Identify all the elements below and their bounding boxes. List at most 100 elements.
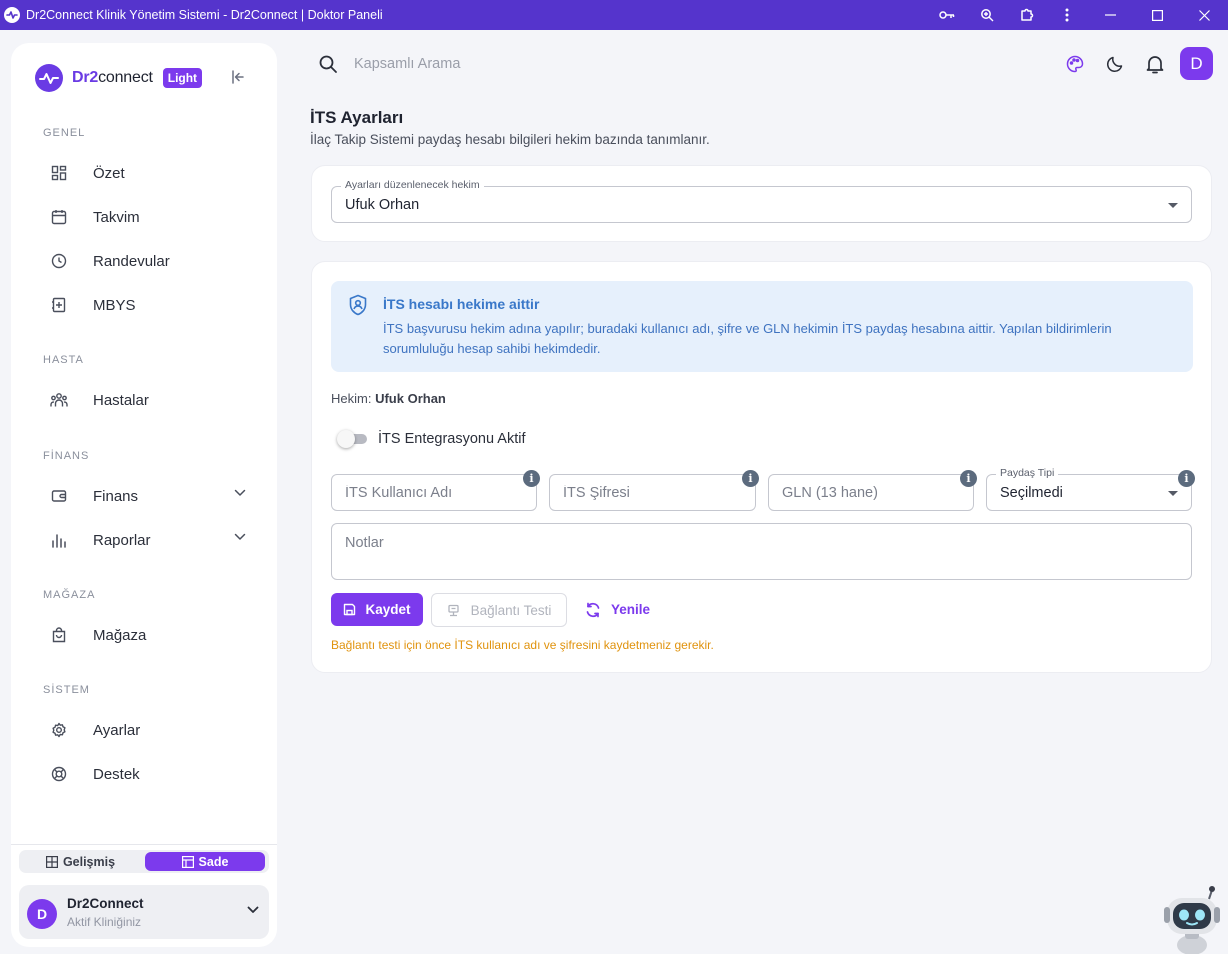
- save-button-label: Kaydet: [365, 602, 411, 617]
- user-avatar[interactable]: D: [1180, 47, 1213, 80]
- chevron-down-icon: [234, 489, 246, 496]
- doctor-select[interactable]: Ayarları düzenlenecek hekim Ufuk Orhan: [331, 179, 1192, 223]
- refresh-icon: [586, 602, 600, 617]
- medical-file-icon: [48, 294, 70, 316]
- stakeholder-type-value: Seçilmedi: [1000, 485, 1063, 501]
- clinic-switcher[interactable]: D Dr2Connect Aktif Kliniğiniz: [19, 885, 269, 939]
- alert-title: İTS hesabı hekime aittir: [383, 296, 540, 312]
- info-icon[interactable]: i: [1178, 470, 1195, 487]
- wallet-icon: [48, 485, 70, 507]
- its-password-input[interactable]: [550, 475, 755, 510]
- zoom-icon[interactable]: [967, 0, 1007, 30]
- doctor-line-label: Hekim:: [331, 391, 372, 406]
- mode-simple-button[interactable]: Sade: [145, 852, 265, 871]
- doctor-line-name: Ufuk Orhan: [375, 391, 446, 406]
- nav-label-destek: Destek: [93, 765, 140, 783]
- dashboard-icon: [48, 162, 70, 184]
- connection-warning: Bağlantı testi için önce İTS kullanıcı a…: [331, 638, 714, 652]
- app-logo-icon: [4, 7, 20, 23]
- nav-label-ozet: Özet: [93, 164, 125, 182]
- layout-icon: [181, 855, 194, 868]
- stakeholder-type-label: Paydaş Tipi: [996, 467, 1059, 479]
- alert-text: İTS başvurusu hekim adına yapılır; burad…: [383, 321, 1112, 356]
- nav-item-randevular[interactable]: Randevular: [38, 243, 258, 279]
- pulse-logo-icon: [35, 64, 63, 92]
- doctor-select-label: Ayarları düzenlenecek hekim: [341, 179, 484, 191]
- maximize-button[interactable]: [1134, 0, 1181, 30]
- search-icon[interactable]: [318, 54, 338, 74]
- sidebar-divider: [11, 844, 277, 845]
- page-title: İTS Ayarları: [310, 108, 404, 127]
- nav-item-raporlar[interactable]: Raporlar: [38, 522, 258, 558]
- nav-item-ozet[interactable]: Özet: [38, 155, 258, 191]
- info-icon[interactable]: i: [960, 470, 977, 487]
- clinic-subtitle: Aktif Kliniğiniz: [67, 915, 142, 929]
- nav-item-finans[interactable]: Finans: [38, 478, 258, 514]
- clock-icon: [48, 250, 70, 272]
- dropdown-arrow-icon: [1168, 491, 1178, 496]
- window-title: Dr2Connect Klinik Yönetim Sistemi - Dr2C…: [26, 8, 383, 22]
- info-icon[interactable]: i: [523, 470, 540, 487]
- nav-item-magaza[interactable]: Mağaza: [38, 617, 258, 653]
- section-genel: GENEL: [43, 127, 86, 139]
- assistant-robot-icon[interactable]: [1163, 885, 1221, 954]
- nav-item-mbys[interactable]: MBYS: [38, 287, 258, 323]
- nav-label-randevular: Randevular: [93, 252, 170, 270]
- brand-name: Dr2connect: [72, 69, 153, 86]
- nav-item-takvim[interactable]: Takvim: [38, 199, 258, 235]
- mode-advanced-button[interactable]: Gelişmiş: [21, 852, 140, 871]
- search-input[interactable]: [346, 52, 746, 76]
- doctor-select-card: Ayarları düzenlenecek hekim Ufuk Orhan: [311, 165, 1212, 242]
- save-button[interactable]: Kaydet: [331, 593, 423, 626]
- nav-item-ayarlar[interactable]: Ayarlar: [38, 712, 258, 748]
- doctor-line: Hekim: Ufuk Orhan: [331, 391, 446, 406]
- bell-icon[interactable]: [1143, 52, 1167, 76]
- nav-label-ayarlar: Ayarlar: [93, 721, 141, 739]
- section-hasta: HASTA: [43, 354, 84, 366]
- info-alert: İTS hesabı hekime aittir İTS başvurusu h…: [331, 281, 1193, 372]
- section-magaza: MAĞAZA: [43, 589, 96, 601]
- minimize-button[interactable]: [1087, 0, 1134, 30]
- its-integration-switch[interactable]: [337, 430, 367, 448]
- close-button[interactable]: [1181, 0, 1228, 30]
- nav-label-takvim: Takvim: [93, 208, 140, 226]
- clinic-avatar: D: [27, 899, 57, 929]
- its-username-field: i: [331, 470, 540, 511]
- extension-icon[interactable]: [1007, 0, 1047, 30]
- switch-knob: [337, 430, 355, 448]
- grid-icon: [45, 855, 58, 868]
- its-username-input[interactable]: [332, 475, 536, 510]
- more-vertical-icon[interactable]: [1047, 0, 1087, 30]
- gln-input[interactable]: [769, 475, 973, 510]
- clinic-name: Dr2Connect: [67, 896, 144, 911]
- section-sistem: SİSTEM: [43, 684, 90, 696]
- nav-item-hastalar[interactable]: Hastalar: [38, 382, 258, 418]
- chevron-down-icon: [234, 533, 246, 540]
- theme-badge: Light: [162, 68, 203, 88]
- refresh-label: Yenile: [611, 602, 651, 617]
- nav-label-finans: Finans: [93, 487, 139, 505]
- notes-textarea[interactable]: [332, 524, 1191, 579]
- nav-label-hastalar: Hastalar: [93, 391, 149, 409]
- stakeholder-type-select[interactable]: Paydaş Tipi Seçilmedi i: [986, 467, 1195, 511]
- connection-test-button[interactable]: Bağlantı Testi: [431, 593, 567, 627]
- view-mode-toggle: Gelişmiş Sade: [19, 850, 269, 873]
- gear-icon: [48, 719, 70, 741]
- refresh-button[interactable]: Yenile: [580, 593, 655, 626]
- connection-test-label: Bağlantı Testi: [470, 602, 552, 618]
- key-icon[interactable]: [927, 0, 967, 30]
- doctor-select-value: Ufuk Orhan: [345, 197, 420, 213]
- nav-label-raporlar: Raporlar: [93, 531, 151, 549]
- brand-logo[interactable]: Dr2connect Light: [35, 64, 203, 92]
- collapse-sidebar-icon[interactable]: [230, 69, 246, 85]
- mode-simple-label: Sade: [198, 854, 229, 869]
- chart-bars-icon: [48, 529, 70, 551]
- nav-item-destek[interactable]: Destek: [38, 756, 258, 792]
- info-icon[interactable]: i: [742, 470, 759, 487]
- plug-icon: [447, 604, 459, 616]
- palette-icon[interactable]: [1063, 52, 1087, 76]
- patients-icon: [48, 389, 70, 411]
- moon-icon[interactable]: [1103, 52, 1127, 76]
- chevron-down-icon: [247, 906, 259, 913]
- mode-advanced-label: Gelişmiş: [62, 854, 116, 869]
